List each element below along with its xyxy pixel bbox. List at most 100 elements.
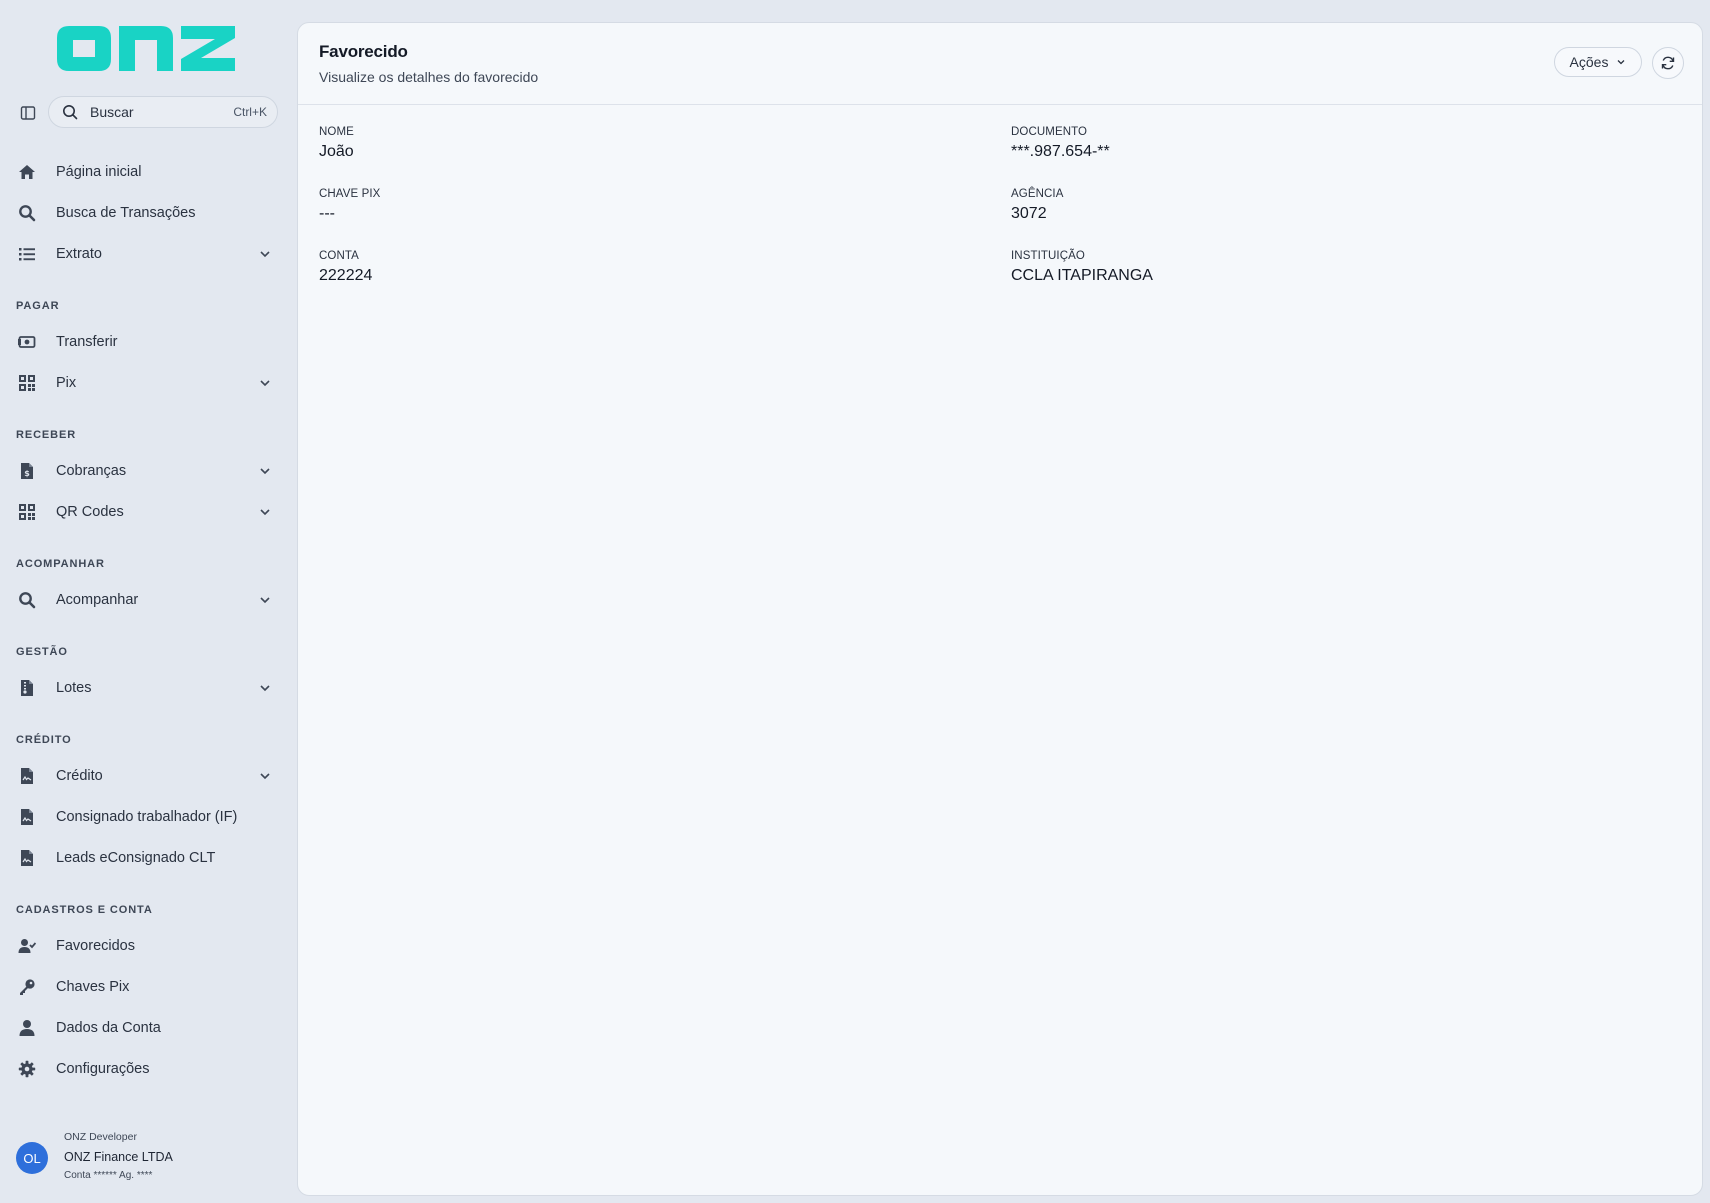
field-value: 3072 (1011, 205, 1047, 222)
file-signature-icon (16, 765, 38, 787)
sidebar-item-config[interactable]: Configurações (8, 1051, 284, 1087)
list-icon (16, 243, 38, 265)
field-value: CCLA ITAPIRANGA (1011, 267, 1153, 284)
sidebar-item-consignado[interactable]: Consignado trabalhador (IF) (8, 799, 284, 835)
user-company: ONZ Finance LTDA (64, 1150, 173, 1164)
svg-text:$: $ (24, 469, 30, 478)
field-label: INSTITUIÇÃO (1011, 250, 1085, 262)
sidebar-item-label: Extrato (56, 246, 102, 262)
field-label: AGÊNCIA (1011, 188, 1064, 200)
refresh-button[interactable] (1652, 47, 1684, 79)
field-label: CONTA (319, 250, 359, 262)
chevron-down-icon (1616, 57, 1626, 67)
sidebar-item-label: Acompanhar (56, 592, 139, 608)
search-shortcut: Ctrl+K (233, 105, 267, 119)
sidebar-item-label: Transferir (56, 334, 118, 350)
user-check-icon (16, 935, 38, 957)
field-label: DOCUMENTO (1011, 126, 1088, 138)
actions-dropdown-button[interactable]: Ações (1554, 47, 1642, 77)
field-agencia: AGÊNCIA 3072 (1011, 188, 1063, 223)
sidebar: Buscar Ctrl+K Página inicial Busca de Tr… (0, 0, 297, 1203)
sidebar-item-chaves[interactable]: Chaves Pix (8, 969, 284, 1005)
field-chave-pix: CHAVE PIX --- (319, 188, 380, 223)
chevron-down-icon (258, 246, 274, 262)
search-icon (16, 202, 38, 224)
sidebar-item-leads[interactable]: Leads eConsignado CLT (8, 840, 284, 876)
gear-icon (16, 1058, 38, 1080)
qr-code-icon (16, 372, 38, 394)
sidebar-item-label: Configurações (56, 1061, 150, 1077)
search-label: Buscar (90, 104, 134, 120)
field-value: 222224 (319, 267, 373, 284)
sidebar-item-pix[interactable]: Pix (8, 365, 284, 401)
sidebar-item-extrato[interactable]: Extrato (8, 236, 284, 272)
file-signature-icon (16, 847, 38, 869)
sidebar-item-transferir[interactable]: Transferir (8, 324, 284, 360)
field-value: João (319, 143, 354, 160)
section-cadastros: CADASTROS E CONTA (16, 904, 153, 916)
section-receber: RECEBER (16, 429, 77, 441)
sidebar-item-label: Lotes (56, 680, 92, 696)
sidebar-item-acompanhar[interactable]: Acompanhar (8, 582, 284, 618)
page-subtitle: Visualize os detalhes do favorecido (319, 69, 539, 85)
sidebar-item-label: QR Codes (56, 504, 124, 520)
invoice-dollar-icon: $ (16, 460, 38, 482)
money-transfer-icon (16, 331, 38, 353)
sidebar-item-label: Pix (56, 375, 77, 391)
actions-label: Ações (1569, 54, 1609, 70)
field-conta: CONTA 222224 (319, 250, 372, 285)
field-instituicao: INSTITUIÇÃO CCLA ITAPIRANGA (1011, 250, 1153, 285)
user-icon (16, 1017, 38, 1039)
sidebar-item-cobrancas[interactable]: $ Cobranças (8, 453, 284, 489)
sidebar-item-label: Cobranças (56, 463, 127, 479)
chevron-down-icon (258, 768, 274, 784)
field-label: CHAVE PIX (319, 188, 381, 200)
onz-logo[interactable] (55, 22, 237, 75)
field-documento: DOCUMENTO ***.987.654-** (1011, 126, 1110, 161)
sidebar-item-label: Leads eConsignado CLT (56, 850, 216, 866)
section-pagar: PAGAR (16, 300, 60, 312)
refresh-icon (1661, 56, 1675, 70)
search-box[interactable]: Buscar Ctrl+K (48, 96, 278, 128)
search-icon (63, 105, 78, 120)
sidebar-item-label: Dados da Conta (56, 1020, 161, 1036)
search-icon (16, 589, 38, 611)
field-value: ***.987.654-** (1011, 143, 1110, 160)
key-icon (16, 976, 38, 998)
sidebar-item-label: Página inicial (56, 164, 142, 180)
avatar: OL (16, 1142, 48, 1174)
sidebar-item-busca[interactable]: Busca de Transações (8, 195, 284, 231)
file-signature-icon (16, 806, 38, 828)
sidebar-item-dados[interactable]: Dados da Conta (8, 1010, 284, 1046)
sidebar-item-label: Favorecidos (56, 938, 135, 954)
page-title: Favorecido (319, 42, 408, 61)
chevron-down-icon (258, 375, 274, 391)
sidebar-item-qrcodes[interactable]: QR Codes (8, 494, 284, 530)
home-icon (16, 161, 38, 183)
field-label: NOME (319, 126, 354, 138)
chevron-down-icon (258, 680, 274, 696)
field-value: --- (319, 205, 335, 222)
section-acompanhar: ACOMPANHAR (16, 558, 105, 570)
sidebar-item-favorecidos[interactable]: Favorecidos (8, 928, 284, 964)
sidebar-item-label: Crédito (56, 768, 103, 784)
user-account-card[interactable]: OL ONZ Developer ONZ Finance LTDA Conta … (16, 1130, 286, 1190)
file-zip-icon (16, 677, 38, 699)
section-gestao: GESTÃO (16, 646, 68, 658)
sidebar-toggle-icon[interactable] (17, 102, 39, 124)
sidebar-item-label: Busca de Transações (56, 205, 196, 221)
sidebar-item-lotes[interactable]: Lotes (8, 670, 284, 706)
chevron-down-icon (258, 463, 274, 479)
sidebar-item-label: Consignado trabalhador (IF) (56, 809, 238, 825)
chevron-down-icon (258, 504, 274, 520)
field-nome: NOME João (319, 126, 354, 161)
sidebar-item-label: Chaves Pix (56, 979, 130, 995)
sidebar-item-home[interactable]: Página inicial (8, 154, 284, 190)
sidebar-item-credito[interactable]: Crédito (8, 758, 284, 794)
section-credito: CRÉDITO (16, 734, 72, 746)
user-account-info: Conta ****** Ag. **** (64, 1170, 153, 1181)
page-header: Favorecido Visualize os detalhes do favo… (298, 23, 1702, 105)
qr-code-icon (16, 501, 38, 523)
user-role: ONZ Developer (64, 1131, 137, 1143)
chevron-down-icon (258, 592, 274, 608)
